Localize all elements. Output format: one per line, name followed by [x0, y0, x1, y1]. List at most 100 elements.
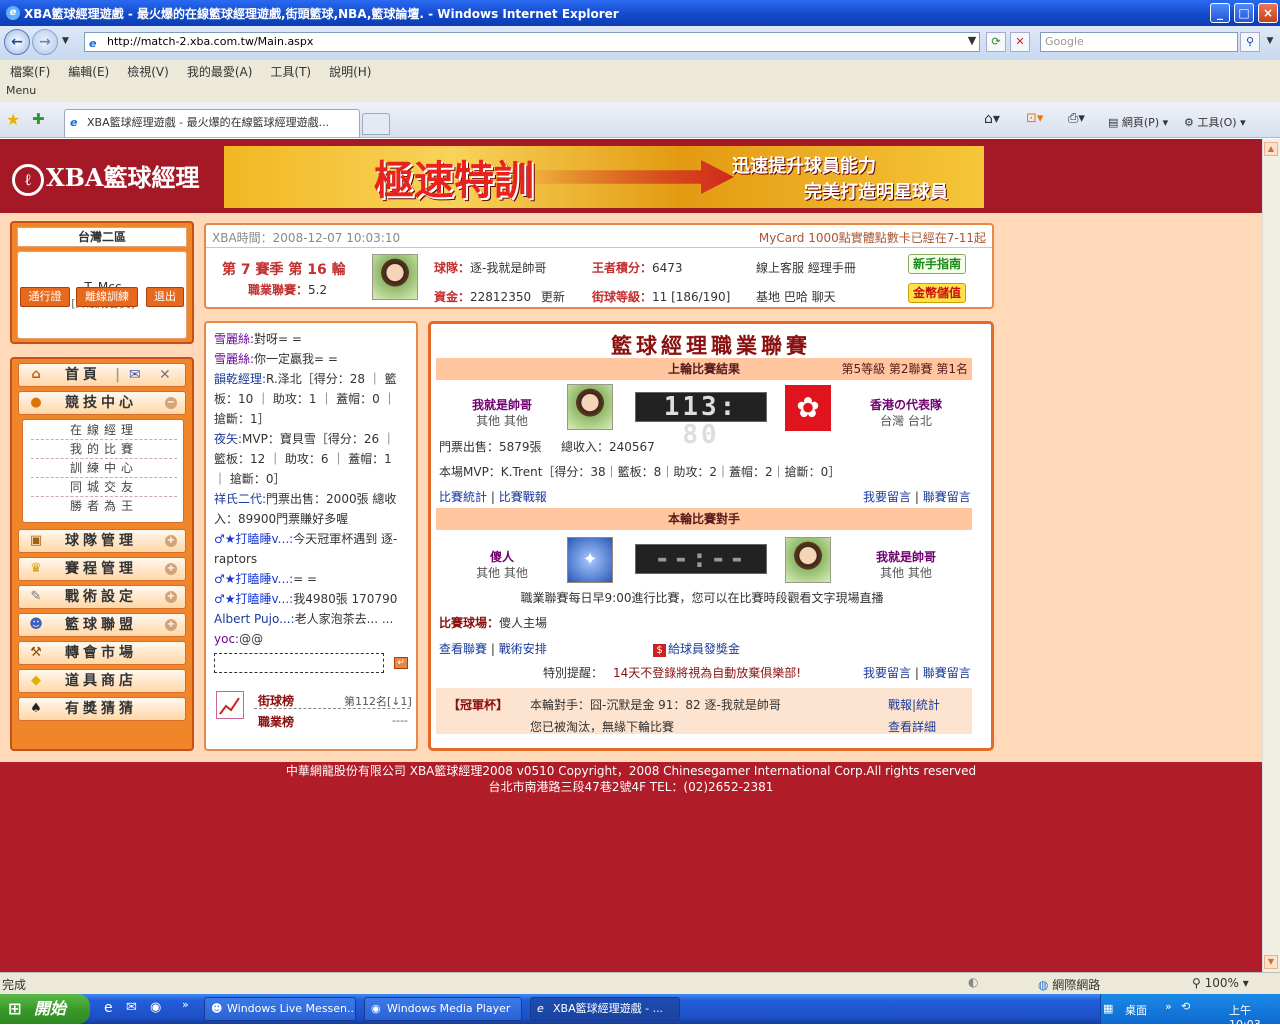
tactics-link[interactable]: 戰術安排 [499, 642, 547, 656]
bonus-link[interactable]: $ 給球員發獎金 [653, 640, 740, 657]
scroll-up-button[interactable]: ▲ [1264, 142, 1278, 156]
chat-send-icon[interactable]: ↵ [394, 657, 408, 669]
tactics-board-icon: ✎ [30, 589, 42, 604]
nav-quiz[interactable]: ♠ 有獎猜猜 [18, 697, 186, 721]
next-score: --:-- [635, 544, 767, 574]
away-team-name[interactable]: 香港の代表隊 [851, 396, 961, 413]
expand-icon[interactable]: + [165, 619, 177, 631]
address-field[interactable]: e http://match-2.xba.com.tw/Main.aspx [84, 32, 980, 52]
offline-training-button[interactable]: 離線訓練 [76, 287, 138, 307]
task-xba-browser[interactable]: e XBA籃球經理遊戲 - ... [530, 997, 680, 1021]
expand-icon[interactable]: + [165, 591, 177, 603]
tools-icon[interactable]: ✕ [159, 364, 171, 386]
quicklaunch-media-icon[interactable]: ◉ [150, 1000, 161, 1015]
tray-more-icon[interactable]: » [1165, 1000, 1172, 1013]
pro-rank-label[interactable]: 職業榜 [258, 713, 294, 730]
nav-compete-center[interactable]: ● 競技中心 − [18, 391, 186, 415]
subnav-online-managers[interactable]: 在線經理 [31, 421, 177, 440]
newbie-guide-button[interactable]: 新手指南 [908, 254, 966, 274]
stop-button[interactable]: ✕ [1010, 32, 1030, 52]
favorites-star-icon[interactable]: ★ [6, 110, 20, 129]
tools-menu[interactable]: ⚙ 工具(O) ▾ [1184, 114, 1246, 130]
desktop-label[interactable]: 桌面 [1125, 1002, 1147, 1018]
tab-xba[interactable]: e XBA籃球經理遊戲 - 最火爆的在線籃球經理遊戲... [64, 109, 360, 137]
spade-icon: ♠ [30, 701, 42, 716]
start-button[interactable]: ⊞ 開始 [0, 994, 90, 1024]
menu-favorites[interactable]: 我的最愛(A) [187, 63, 253, 80]
new-tab-button[interactable] [362, 113, 390, 135]
tray-network-icon[interactable]: ⟲ [1181, 1000, 1190, 1013]
subnav-winners[interactable]: 勝者為王 [31, 497, 177, 516]
search-input[interactable]: Google [1040, 32, 1238, 52]
community-links[interactable]: 基地 巴哈 聊天 [756, 288, 836, 305]
mycard-notice[interactable]: MyCard 1000點實體點數卡已經在7-11起 [759, 229, 986, 246]
nav-schedule-management[interactable]: ♛ 賽程管理 + [18, 557, 186, 581]
expand-icon[interactable]: + [165, 563, 177, 575]
history-dropdown-icon[interactable]: ▼ [62, 36, 69, 46]
vertical-scrollbar[interactable]: ▲ ▼ [1262, 139, 1280, 972]
expand-icon[interactable]: + [165, 535, 177, 547]
add-favorite-icon[interactable]: ✚ [32, 110, 45, 128]
task-media-player[interactable]: ◉ Windows Media Player [364, 997, 522, 1021]
menu-edit[interactable]: 編輯(E) [68, 63, 109, 80]
this-round-header: 本輪比賽對手 [436, 508, 972, 530]
promo-banner[interactable]: 極速特訓 迅速提升球員能力 完美打造明星球員 [224, 146, 984, 208]
keyboard-icon[interactable]: ▦ [1103, 1002, 1113, 1015]
task-messenger[interactable]: ☻ Windows Live Messen... [204, 997, 356, 1021]
zoom-level[interactable]: ⚲ 100% ▾ [1192, 976, 1249, 990]
page-menu[interactable]: ▤ 網頁(P) ▾ [1108, 114, 1168, 130]
nav-transfer-market[interactable]: ⚒ 轉會市場 [18, 641, 186, 665]
chat-input[interactable] [214, 653, 384, 673]
scroll-down-button[interactable]: ▼ [1264, 955, 1278, 969]
home-icon[interactable]: ⌂▾ [984, 111, 1000, 127]
subnav-training[interactable]: 訓練中心 [31, 459, 177, 478]
nav-item-shop[interactable]: ◆ 道具商店 [18, 669, 186, 693]
close-button[interactable]: × [1258, 3, 1278, 23]
refresh-button[interactable]: ⟳ [986, 32, 1006, 52]
menu-tools[interactable]: 工具(T) [270, 63, 311, 80]
quicklaunch-outlook-icon[interactable]: ✉ [126, 1000, 137, 1015]
address-dropdown-icon[interactable]: ▼ [962, 32, 982, 52]
leave-message-link-2[interactable]: 我要留言 [863, 666, 911, 680]
subnav-friends[interactable]: 同城交友 [31, 478, 177, 497]
print-icon[interactable]: ⎙▾ [1068, 111, 1085, 126]
gold-recharge-button[interactable]: 金幣儲值 [908, 283, 966, 303]
logout-button[interactable]: 退出 [146, 287, 184, 307]
site-logo[interactable]: ℓ XBA籃球經理 [12, 158, 200, 196]
update-link[interactable]: 更新 [541, 290, 565, 304]
cup-detail-link[interactable]: 查看詳細 [888, 718, 936, 735]
nav-league[interactable]: ☻ 籃球聯盟 + [18, 613, 186, 637]
maximize-button[interactable]: □ [1234, 3, 1254, 23]
nav-home[interactable]: ⌂ 首頁 | ✉ ✕ [18, 363, 186, 387]
match-report-link[interactable]: 比賽戰報 [499, 490, 547, 504]
league-message-link-2[interactable]: 聯賽留言 [923, 666, 971, 680]
mail-icon[interactable]: ✉ [129, 364, 141, 386]
quicklaunch-ie-icon[interactable]: e [104, 1000, 113, 1016]
search-options-icon[interactable]: ▼ [1260, 32, 1280, 52]
opponent-team-name[interactable]: 傻人 [457, 548, 547, 565]
nav-tactics[interactable]: ✎ 戰術設定 + [18, 585, 186, 609]
leave-message-link[interactable]: 我要留言 [863, 490, 911, 504]
view-league-link[interactable]: 查看聯賽 [439, 642, 487, 656]
match-stats-link[interactable]: 比賽統計 [439, 490, 487, 504]
pass-button[interactable]: 通行證 [20, 287, 70, 307]
league-message-link[interactable]: 聯賽留言 [923, 490, 971, 504]
menu-help[interactable]: 說明(H) [329, 63, 371, 80]
street-rank-label[interactable]: 街球榜 [258, 692, 294, 709]
subnav-my-games[interactable]: 我的比賽 [31, 440, 177, 459]
nav-team-management[interactable]: ▣ 球隊管理 + [18, 529, 186, 553]
collapse-icon[interactable]: − [165, 397, 177, 409]
home-team-name[interactable]: 我就是帥哥 [457, 396, 547, 413]
quicklaunch-more-icon[interactable]: » [182, 998, 189, 1011]
cup-report-links[interactable]: 戰報|統計 [888, 696, 940, 713]
menu-file[interactable]: 檔案(F) [10, 63, 50, 80]
support-links[interactable]: 線上客服 經理手冊 [756, 259, 856, 276]
menu-view[interactable]: 檢視(V) [127, 63, 169, 80]
my-team-name[interactable]: 我就是帥哥 [851, 548, 961, 565]
forward-button[interactable]: → [32, 29, 58, 55]
clock[interactable]: 上午 10:03 [1229, 1002, 1280, 1031]
feeds-icon[interactable]: ⊡▾ [1026, 111, 1043, 126]
minimize-button[interactable]: _ [1210, 3, 1230, 23]
search-icon[interactable]: ⚲ [1240, 32, 1260, 52]
back-button[interactable]: ← [4, 29, 30, 55]
